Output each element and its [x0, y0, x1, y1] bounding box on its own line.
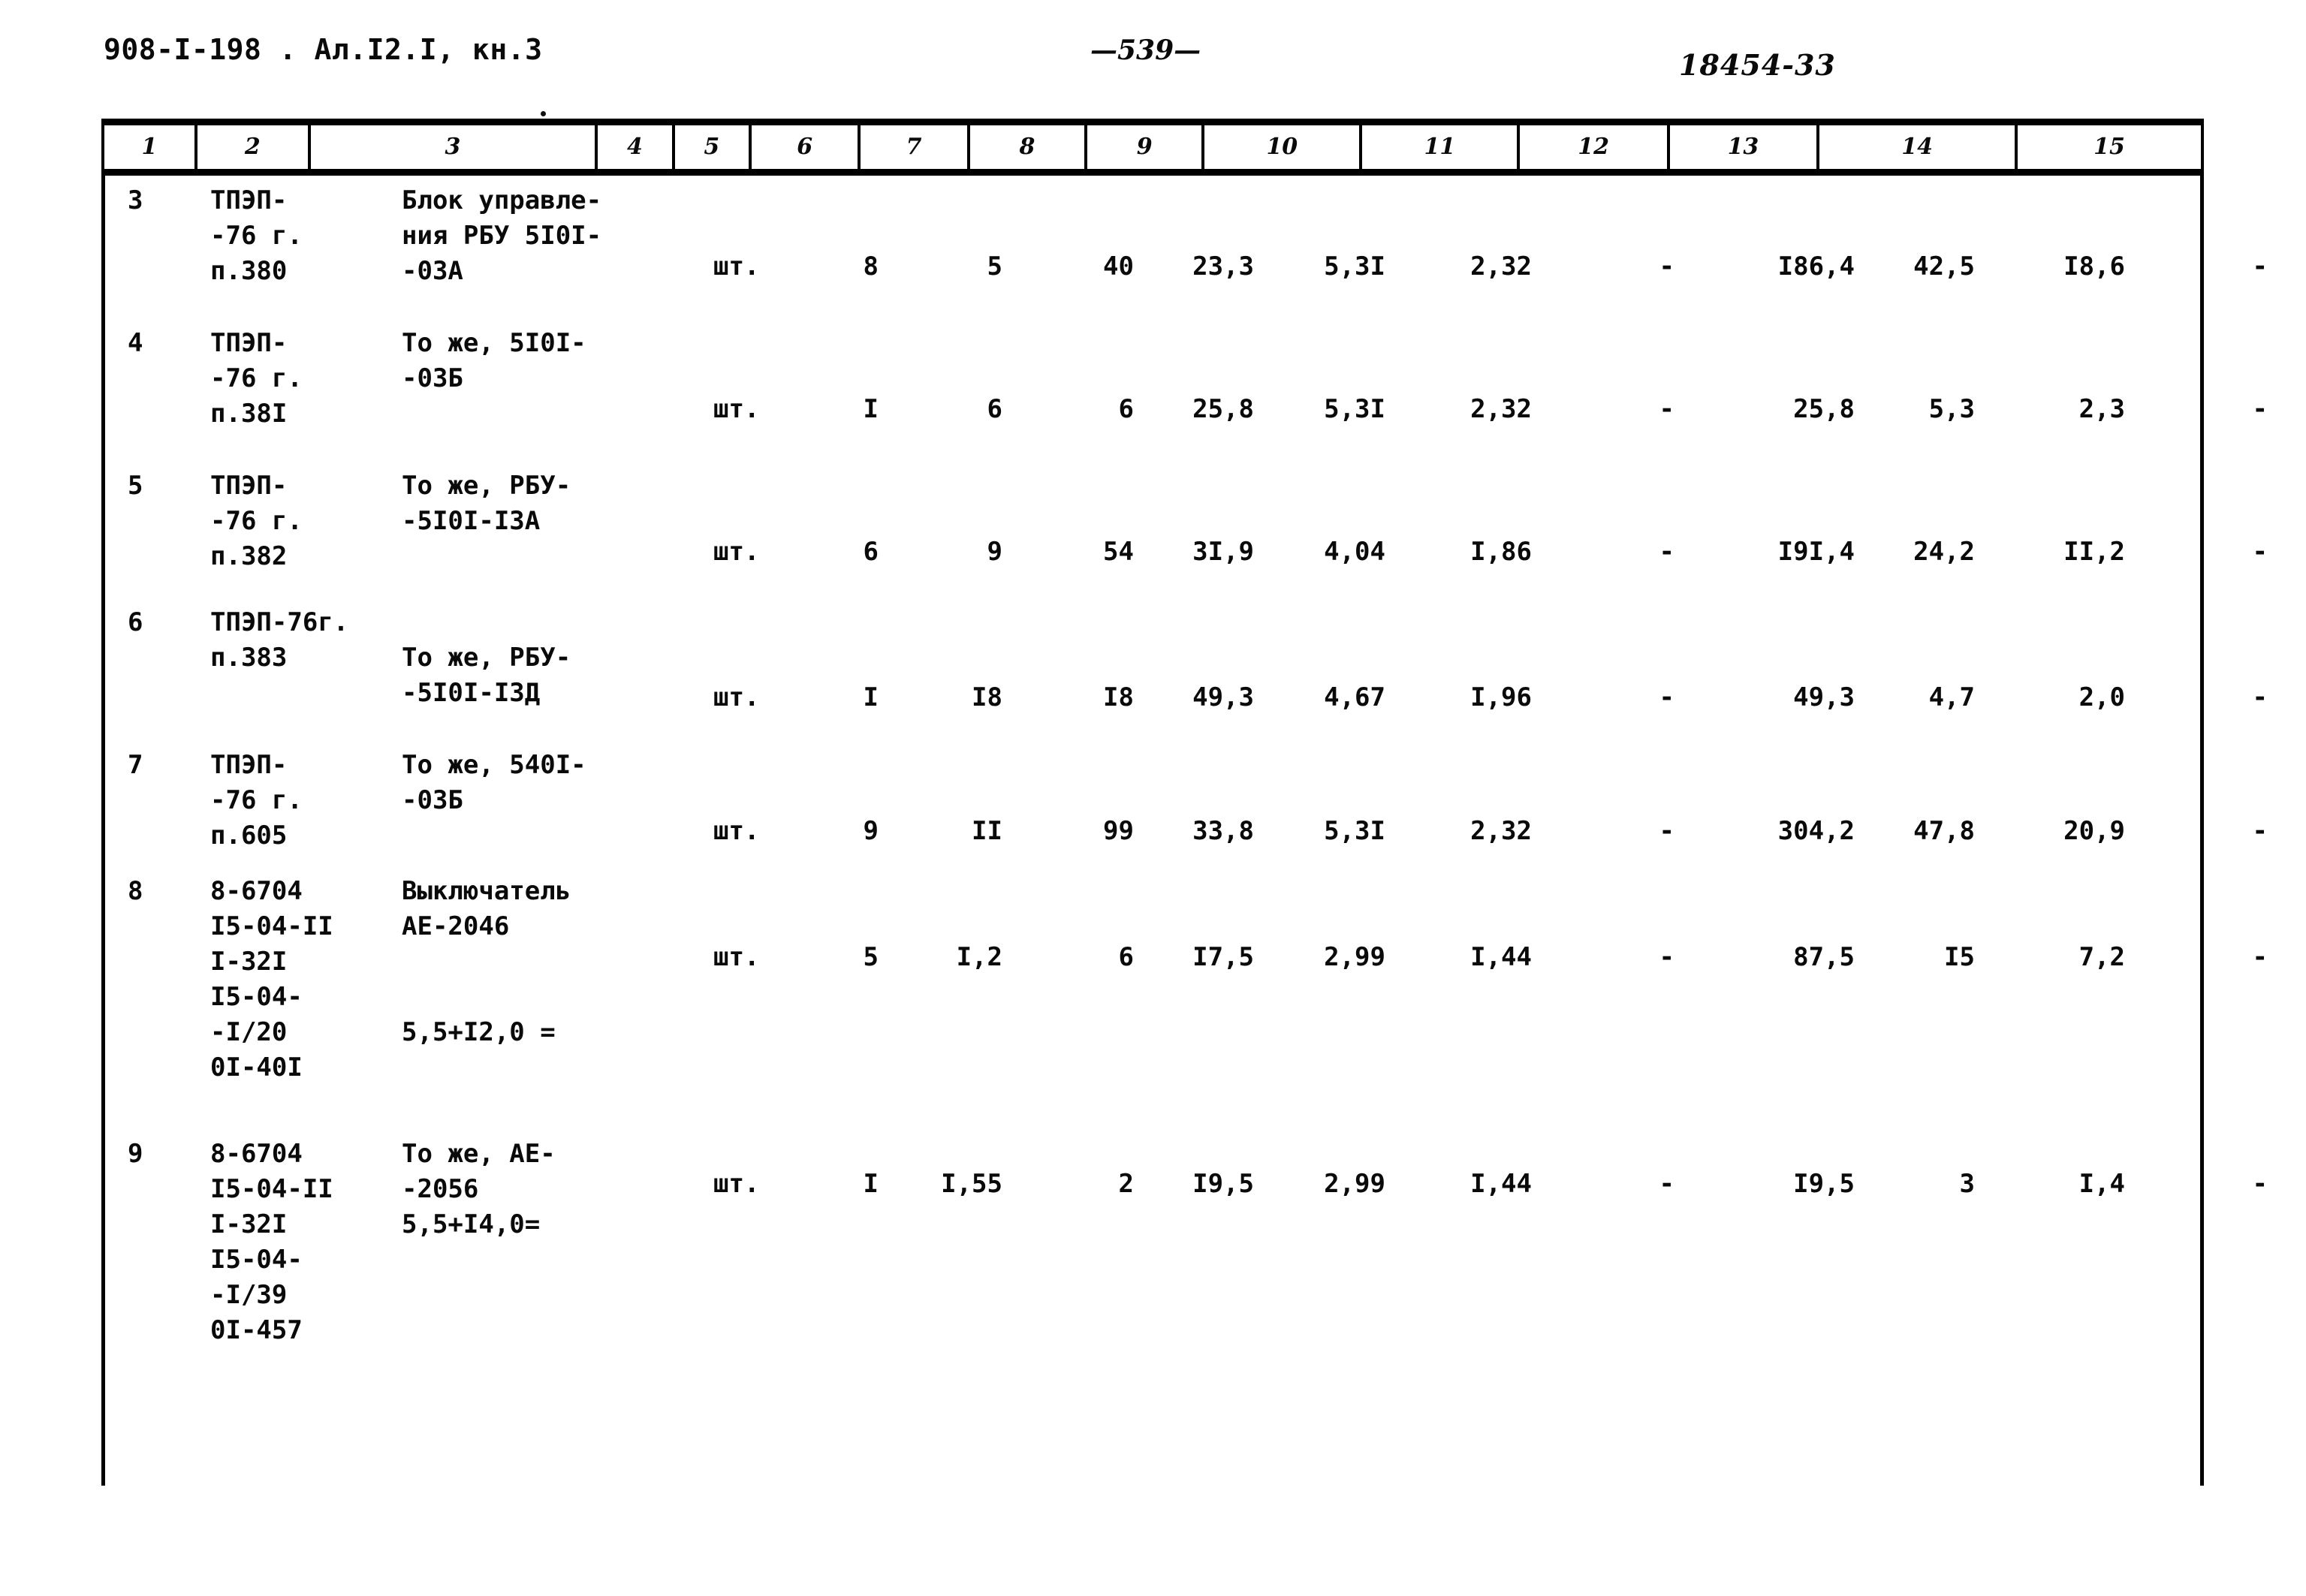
cell-description-line: -5I0I-I3А: [402, 506, 541, 536]
cell-col15: -: [2252, 537, 2268, 567]
cell-description-line: 5,5+I4,0=: [402, 1209, 541, 1239]
col-header-1: 1: [101, 125, 197, 169]
cell-source-code-line: ТПЭП-: [210, 750, 288, 780]
cell-source-code-line: -76 г.: [210, 363, 303, 393]
col-header-8: 8: [966, 125, 1088, 169]
cell-source-code-line: -76 г.: [210, 221, 303, 251]
cell-description-line: Блок управле-: [402, 185, 602, 215]
cell-row-number: 5: [128, 471, 143, 501]
cell-description-line: АЕ-2046: [402, 911, 510, 941]
cell-col15: -: [2252, 251, 2268, 282]
table-body: 3 ТПЭП- -76 г. п.380 Блок управле-ния РБУ 5I…: [101, 176, 2268, 1486]
col-header-9: 9: [1084, 125, 1205, 169]
specification-table: 1 2 3 4 5 6 7 8 9 10 11 12 13 14 15 3 ТПЭ…: [101, 111, 2268, 1486]
cell-col15: -: [2252, 816, 2268, 846]
cell-row-number: 3: [128, 185, 143, 215]
cell-source-code-line: 0I-457: [210, 1315, 303, 1345]
cell-row-number: 6: [128, 607, 143, 637]
cell-source-code-line: I5-04-: [210, 982, 303, 1012]
cell-source-code-line: ТПЭП-: [210, 328, 288, 358]
col-header-5: 5: [671, 125, 752, 169]
col-header-11: 11: [1359, 125, 1521, 169]
document-code: 908-I-198 . Ал.I2.I, кн.3: [104, 33, 543, 66]
cell-source-code-line: 8-6704: [210, 876, 303, 906]
page-number: —539—: [1090, 35, 1201, 66]
col-header-10: 10: [1201, 125, 1363, 169]
cell-source-code-line: I5-04-: [210, 1245, 303, 1275]
col-header-2: 2: [194, 125, 311, 169]
cell-source-code-line: I5-04-II: [210, 911, 333, 941]
page-header: 908-I-198 . Ал.I2.I, кн.3 —539— 18454-33: [0, 33, 2306, 82]
cell-row-number: 7: [128, 750, 143, 780]
col-header-4: 4: [595, 125, 675, 169]
table-top-rule: [101, 119, 2204, 125]
cell-source-code-line: п.383: [210, 643, 288, 673]
cell-source-code-line: -I/39: [210, 1280, 288, 1310]
cell-description-line: То же, 5I0I-: [402, 328, 586, 358]
column-number-header: 1 2 3 4 5 6 7 8 9 10 11 12 13 14 15: [101, 125, 2204, 169]
cell-description-line: Выключатель: [402, 876, 571, 906]
cell-description-line: 5,5+I2,0 =: [402, 1017, 556, 1047]
cell-source-code-line: ТПЭП-: [210, 185, 288, 215]
cell-description-line: То же, 540I-: [402, 750, 586, 780]
cell-col15: -: [2252, 942, 2268, 972]
table-header-bottom-rule: [101, 169, 2204, 176]
scan-speck: [541, 111, 546, 116]
cell-source-code-line: -76 г.: [210, 785, 303, 815]
cell-col15: -: [2252, 394, 2268, 424]
cell-source-code-line: -76 г.: [210, 506, 303, 536]
cell-source-code-line: 0I-40I: [210, 1052, 303, 1083]
table-row: 1 2 3 4 5 6 7 8 9 10 11 12 13 14 15: [101, 125, 2204, 169]
cell-source-code-line: -I/20: [210, 1017, 288, 1047]
col-header-13: 13: [1666, 125, 1820, 169]
col-header-12: 12: [1517, 125, 1670, 169]
cell-row-number: 4: [128, 328, 143, 358]
cell-description-line: То же, РБУ-: [402, 643, 571, 673]
cell-source-code-line: ТПЭП-76г.: [210, 607, 349, 637]
cell-row-number: 8: [128, 876, 143, 906]
cell-description-line: -03Б: [402, 363, 463, 393]
cell-col15: -: [2252, 682, 2268, 712]
col-header-7: 7: [858, 125, 970, 169]
col-header-15: 15: [2015, 125, 2204, 169]
archive-stamp: 18454-33: [1679, 48, 1836, 82]
cell-description-line: ния РБУ 5I0I-: [402, 221, 602, 251]
cell-source-code-line: I-32I: [210, 1209, 288, 1239]
cell-description-line: То же, РБУ-: [402, 471, 571, 501]
col-header-14: 14: [1816, 125, 2018, 169]
cell-source-code-line: ТПЭП-: [210, 471, 288, 501]
cell-col15: -: [2252, 1169, 2268, 1199]
cell-description-line: -03Б: [402, 785, 463, 815]
col-header-6: 6: [748, 125, 861, 169]
col-header-3: 3: [307, 125, 598, 169]
